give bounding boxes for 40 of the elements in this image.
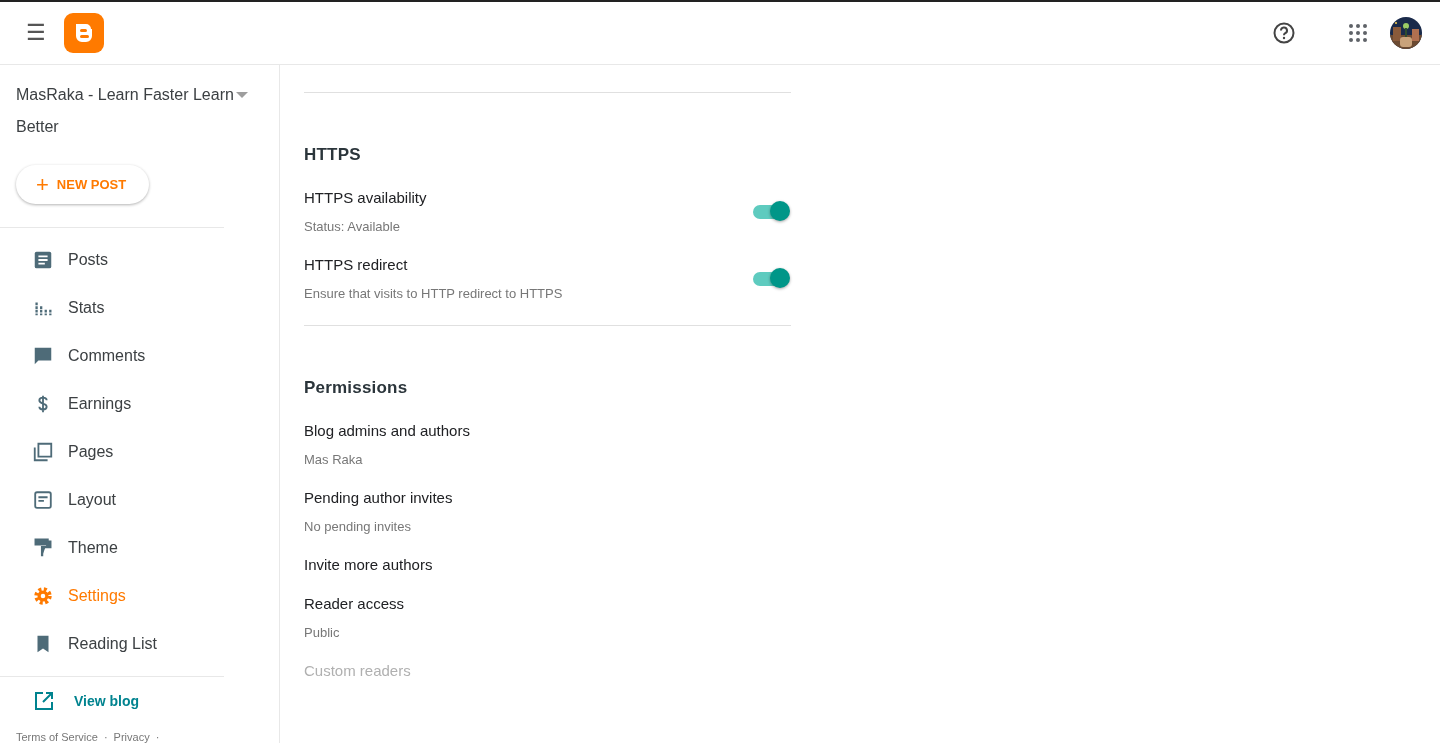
setting-title[interactable]: Reader access bbox=[304, 595, 791, 612]
section-title: Permissions bbox=[304, 378, 409, 398]
footer-link[interactable]: Terms of Service bbox=[16, 731, 98, 743]
sidebar-item[interactable]: Stats bbox=[0, 284, 224, 332]
blog-title[interactable]: MasRaka - Learn Faster Learn Better bbox=[16, 79, 236, 143]
sidebar-item[interactable]: Layout bbox=[0, 476, 224, 524]
section-title: HTTPS bbox=[304, 145, 362, 165]
view-blog-link[interactable]: View blog bbox=[0, 677, 140, 711]
setting-description: Status: Available bbox=[304, 219, 401, 234]
footer-link[interactable]: Privacy bbox=[113, 731, 150, 743]
setting-value: Mas Raka bbox=[304, 452, 364, 467]
setting-title[interactable]: Invite more authors bbox=[304, 556, 791, 573]
separator-dot: · bbox=[103, 731, 108, 743]
logo-icon[interactable] bbox=[64, 13, 104, 53]
setting-title[interactable]: Blog admins and authors bbox=[304, 422, 791, 439]
sidebar-item[interactable]: Pages bbox=[0, 428, 224, 476]
setting-title[interactable]: Pending author invites bbox=[304, 489, 791, 506]
layout-icon bbox=[32, 489, 54, 511]
toggle-switch[interactable] bbox=[753, 267, 791, 290]
sidebar-item[interactable]: Posts bbox=[0, 236, 224, 284]
setting-title: HTTPS redirect bbox=[304, 256, 409, 273]
external-link-icon bbox=[34, 691, 54, 711]
sidebar-item[interactable]: Theme bbox=[0, 524, 224, 572]
sidebar-item[interactable]: Comments bbox=[0, 332, 224, 380]
menu-button[interactable]: ☰ bbox=[24, 20, 48, 46]
setting-title: HTTPS availability bbox=[304, 189, 428, 206]
help-icon[interactable] bbox=[1272, 21, 1296, 45]
setting-value: Public bbox=[304, 625, 341, 640]
setting-description: Ensure that visits to HTTP redirect to HTTPS bbox=[304, 286, 564, 301]
settings-icon bbox=[32, 585, 54, 607]
dropdown-caret-icon[interactable] bbox=[236, 91, 248, 99]
sidebar-item[interactable]: Earnings bbox=[0, 380, 224, 428]
pages-icon bbox=[32, 441, 54, 463]
theme-icon bbox=[32, 537, 54, 559]
sidebar-item[interactable]: Reading List bbox=[0, 620, 224, 668]
toggle-switch[interactable] bbox=[753, 200, 791, 223]
posts-icon bbox=[32, 249, 54, 271]
apps-grid-icon[interactable] bbox=[1346, 21, 1370, 45]
setting-value: No pending invites bbox=[304, 519, 412, 534]
separator-dot: · bbox=[155, 731, 160, 743]
